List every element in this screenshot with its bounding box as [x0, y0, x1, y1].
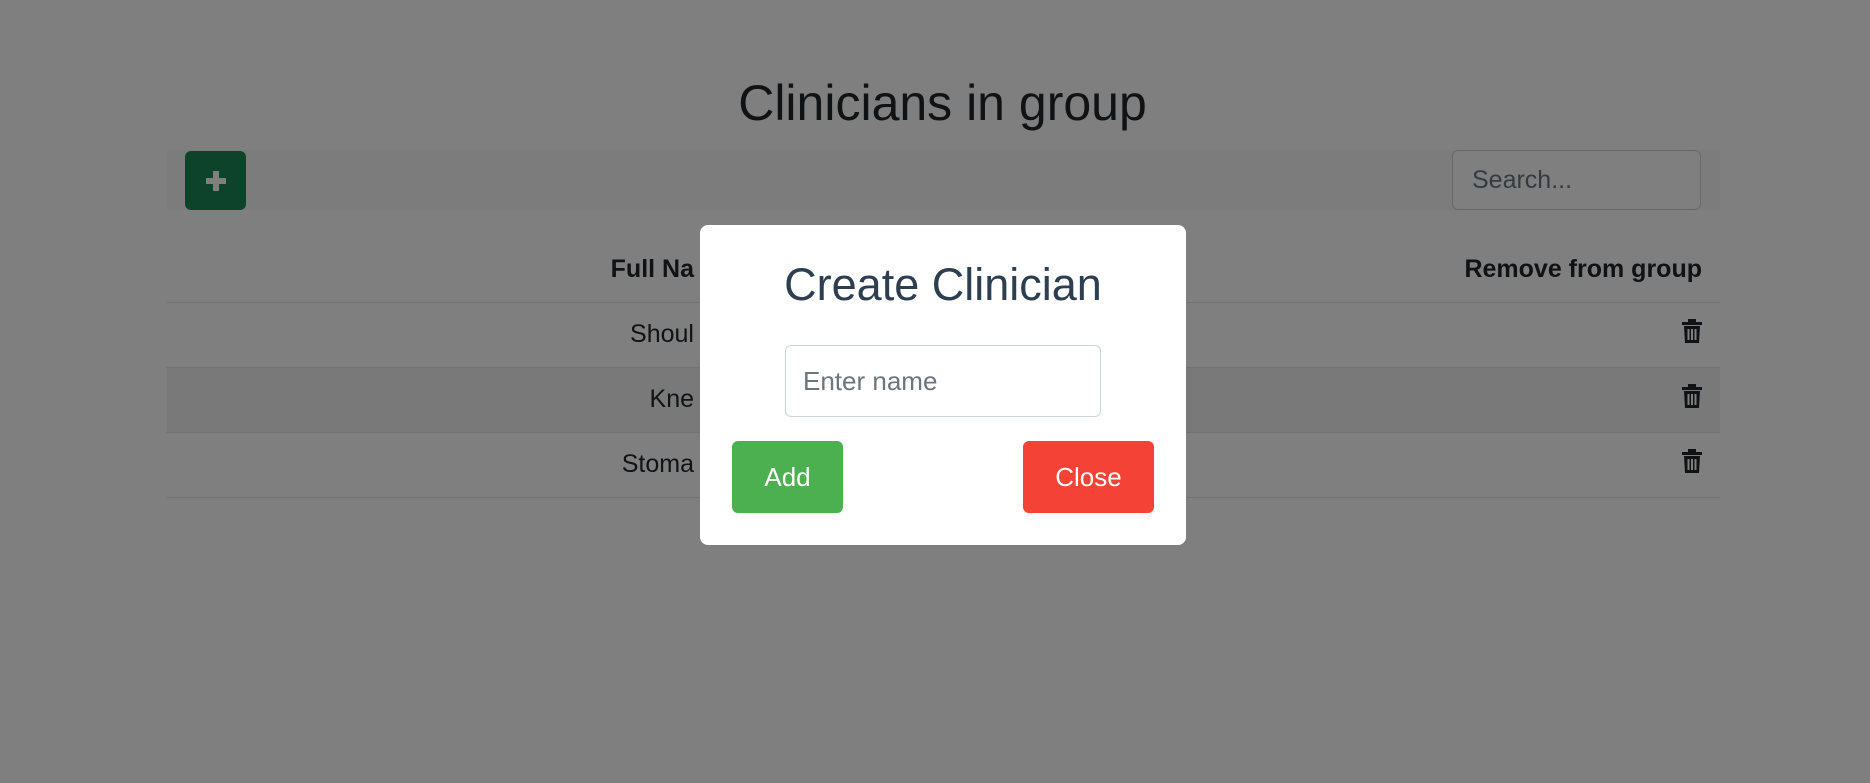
modal-title: Create Clinician [784, 259, 1102, 310]
page: Clinicians in group Full Na Remove from … [0, 0, 1870, 783]
add-button[interactable]: Add [732, 441, 843, 513]
close-button[interactable]: Close [1023, 441, 1154, 513]
name-input[interactable] [785, 345, 1101, 417]
create-clinician-modal: Create Clinician Add Close [700, 225, 1186, 545]
